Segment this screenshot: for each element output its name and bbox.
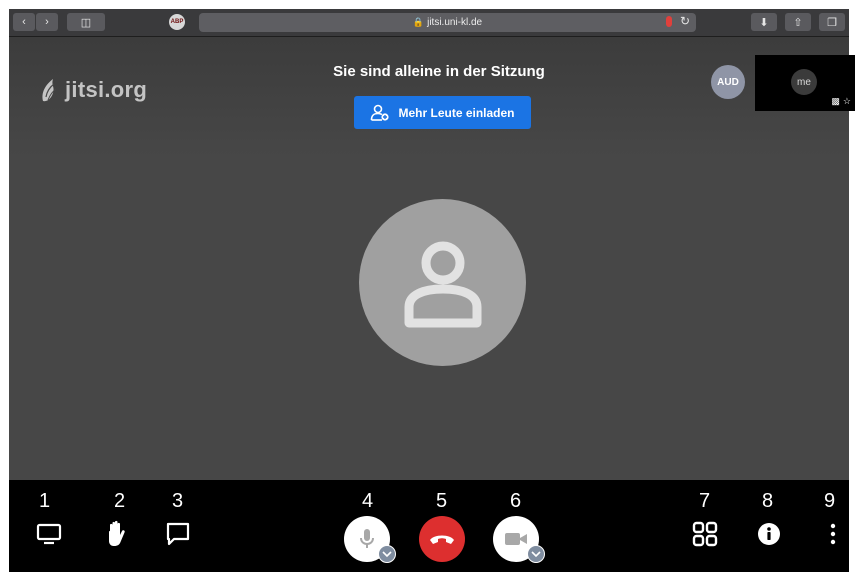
label-4: 4 (362, 490, 374, 512)
chat-button[interactable] (162, 518, 194, 550)
reload-icon[interactable]: ↻ (680, 14, 690, 28)
tabs-icon: ❐ (827, 16, 837, 29)
mic-in-use-icon (666, 16, 672, 27)
camera-off-icon: ▩ (831, 96, 840, 106)
adblock-extension-icon[interactable]: ABP (169, 14, 185, 30)
sidebar-icon: ◫ (80, 16, 92, 29)
hangup-button[interactable] (419, 516, 465, 562)
url-text: jitsi.uni-kl.de (427, 17, 483, 28)
tile-view-icon (692, 521, 718, 547)
label-3: 3 (172, 490, 184, 512)
share-icon: ⇧ (793, 16, 803, 29)
label-1: 1 (39, 490, 51, 512)
more-icon (830, 523, 836, 545)
label-9: 9 (824, 490, 836, 512)
address-bar[interactable]: 🔒 jitsi.uni-kl.de ↻ (199, 13, 696, 32)
large-user-avatar (359, 199, 526, 366)
participant-avatar[interactable]: AUD (711, 65, 745, 99)
back-button[interactable]: ‹ (13, 13, 35, 31)
user-icon (404, 241, 481, 327)
browser-actions: ⬇ ⇧ ❐ (751, 13, 845, 31)
label-5: 5 (436, 490, 448, 512)
chat-icon (166, 522, 190, 546)
tile-view-button[interactable] (689, 518, 721, 550)
meeting-toolbar: 1 2 3 4 5 6 7 8 9 (9, 480, 849, 572)
label-2: 2 (114, 490, 126, 512)
label-8: 8 (762, 490, 774, 512)
chevron-down-icon (531, 551, 541, 558)
downloads-button[interactable]: ⬇ (751, 13, 777, 31)
invite-more-people-button[interactable]: Mehr Leute einladen (354, 96, 531, 129)
camera-options-button[interactable] (527, 545, 545, 563)
raise-hand-icon (109, 520, 125, 546)
camera-icon (505, 533, 527, 545)
self-view-status: ▩ ☆ (831, 96, 851, 107)
conference-stage: jitsi.org Sie sind alleine in der Sitzun… (9, 37, 855, 480)
forward-button[interactable]: › (36, 13, 58, 31)
label-7: 7 (699, 490, 711, 512)
screen-share-button[interactable] (33, 518, 65, 550)
sidebar-toggle-button[interactable]: ◫ (67, 13, 105, 31)
invite-label: Mehr Leute einladen (398, 105, 515, 120)
nav-buttons: ‹ › (13, 13, 59, 31)
download-icon: ⬇ (759, 16, 769, 29)
browser-toolbar: ‹ › ◫ ABP 🔒 jitsi.uni-kl.de ↻ ⬇ ⇧ ❐ (9, 9, 849, 37)
mic-options-button[interactable] (378, 545, 396, 563)
lock-icon: 🔒 (412, 17, 425, 27)
chevron-down-icon (382, 551, 392, 558)
more-options-button[interactable] (817, 518, 849, 550)
add-person-icon (371, 104, 390, 121)
star-icon[interactable]: ☆ (843, 96, 851, 107)
screen-share-icon (36, 523, 62, 545)
self-view-thumbnail[interactable]: me ▩ ☆ (755, 55, 855, 111)
hangup-icon (430, 535, 454, 544)
watermark-text: jitsi.org (65, 77, 148, 102)
self-avatar: me (791, 69, 817, 95)
camera-button[interactable] (493, 516, 545, 563)
info-icon (758, 523, 780, 545)
info-button[interactable] (753, 518, 785, 550)
tabs-button[interactable]: ❐ (819, 13, 845, 31)
microphone-icon (360, 529, 374, 548)
raise-hand-button[interactable] (101, 518, 133, 550)
label-6: 6 (510, 490, 522, 512)
microphone-button[interactable] (344, 516, 396, 563)
share-button[interactable]: ⇧ (785, 13, 811, 31)
